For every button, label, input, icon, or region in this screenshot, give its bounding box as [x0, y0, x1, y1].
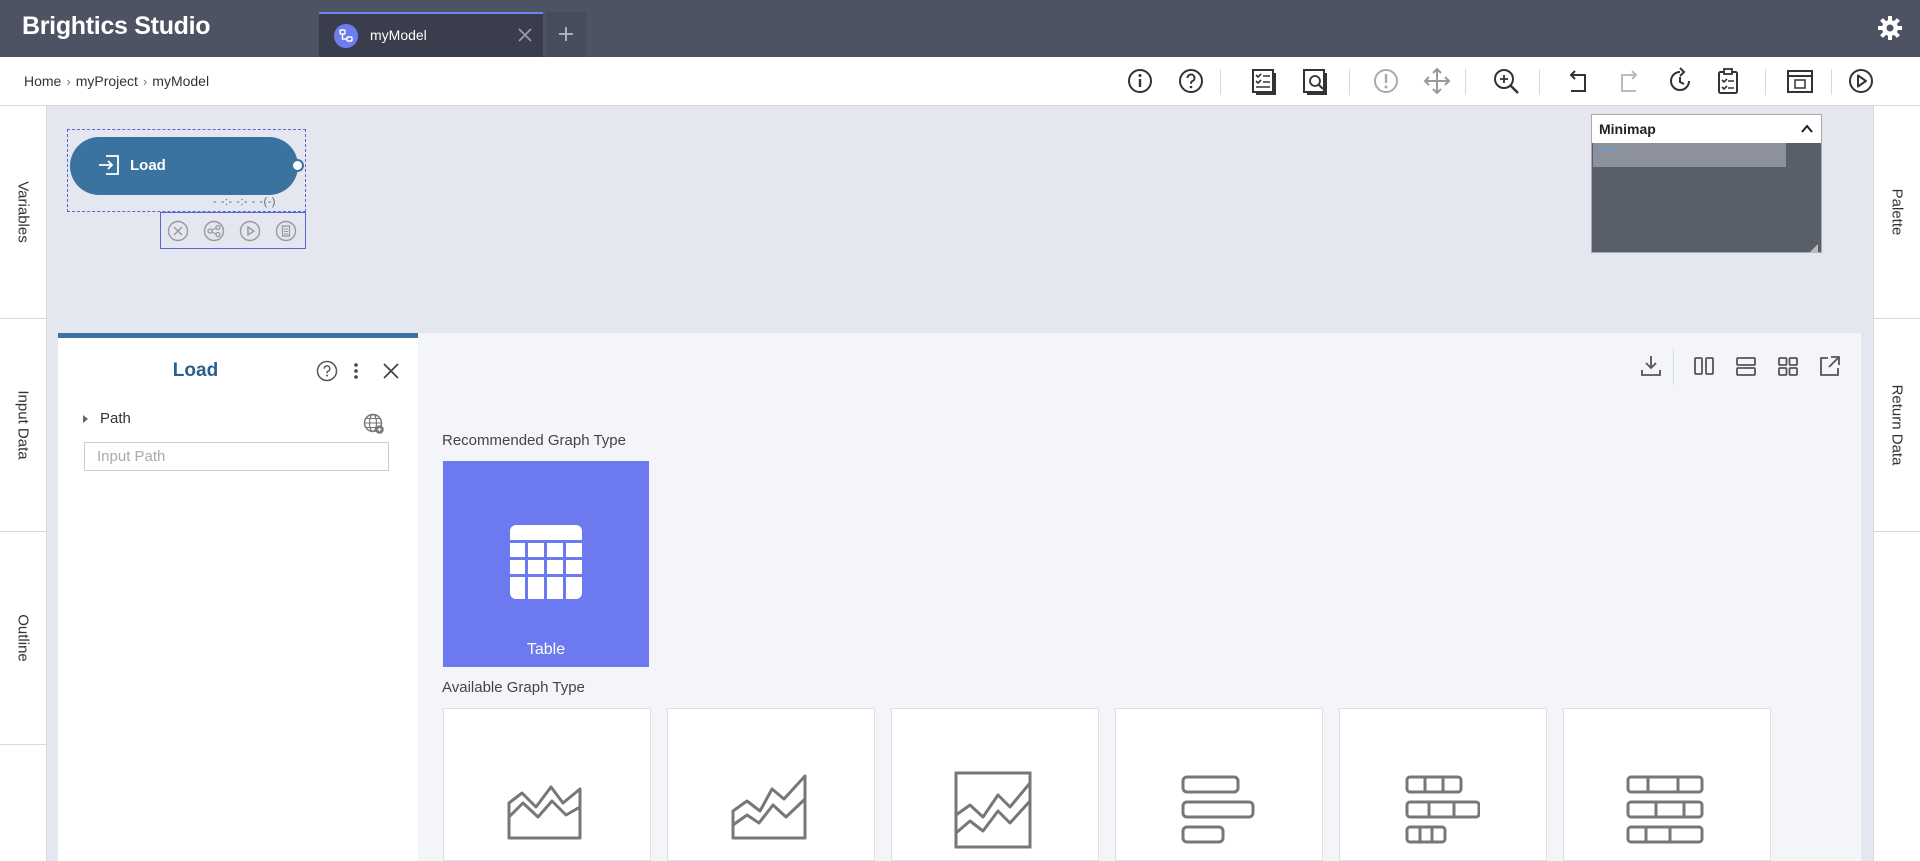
- zoom-icon[interactable]: [1491, 66, 1521, 96]
- top-bar: Brightics Studio myModel: [0, 0, 1920, 57]
- help-icon[interactable]: [1176, 66, 1206, 96]
- stacked-bar-100-chart-icon: [1626, 775, 1704, 844]
- toolbar-divider: [1465, 69, 1466, 95]
- chevron-right-icon: ›: [66, 73, 71, 89]
- available-graph-label: Available Graph Type: [442, 679, 585, 696]
- split-vertical-icon[interactable]: [1691, 353, 1717, 379]
- add-tab-button[interactable]: [546, 12, 586, 57]
- download-icon[interactable]: [1638, 353, 1664, 379]
- graph-type-area-framed[interactable]: [891, 708, 1099, 861]
- graph-type-stacked-area[interactable]: [667, 708, 875, 861]
- help-icon[interactable]: [316, 360, 338, 382]
- graph-type-stacked-bar-100[interactable]: [1563, 708, 1771, 861]
- minimap-header: Minimap: [1592, 115, 1821, 143]
- rail-label: Variables: [14, 181, 32, 243]
- info-icon[interactable]: [1125, 66, 1155, 96]
- clipboard-icon[interactable]: [1713, 66, 1743, 96]
- breadcrumb-project[interactable]: myProject: [76, 73, 138, 89]
- popout-icon[interactable]: [1817, 353, 1843, 379]
- rail-label: Palette: [1888, 188, 1906, 236]
- run-icon[interactable]: [1846, 66, 1876, 96]
- validation-icon[interactable]: [1371, 66, 1401, 96]
- node-status: - -:- -:- - -(-): [213, 196, 276, 208]
- rail-label: Return Data: [1888, 384, 1906, 466]
- history-icon[interactable]: [1665, 66, 1695, 96]
- caret-right-icon[interactable]: [83, 415, 88, 423]
- redo-icon[interactable]: [1614, 66, 1644, 96]
- panel-title: Load: [172, 360, 219, 381]
- node-output-port[interactable]: [291, 159, 304, 172]
- rail-variables[interactable]: Variables: [0, 106, 46, 319]
- chevron-up-icon[interactable]: [1799, 121, 1815, 137]
- model-icon: [334, 24, 358, 48]
- resize-handle-icon[interactable]: [1809, 240, 1818, 253]
- graph-type-label: Table: [526, 641, 566, 658]
- breadcrumb-model: myModel: [152, 73, 210, 89]
- load-node[interactable]: Load: [70, 137, 298, 195]
- report-icon[interactable]: [1785, 66, 1815, 96]
- graph-tools-divider: [1673, 349, 1674, 385]
- area-chart-framed-icon: [954, 771, 1032, 849]
- graph-area: Recommended Graph Type Table Available G…: [418, 333, 1861, 861]
- clipboard-icon[interactable]: [275, 220, 297, 242]
- toolbar-divider: [1765, 69, 1766, 95]
- path-input[interactable]: [84, 442, 389, 471]
- toolbar-divider: [1220, 69, 1221, 95]
- node-action-bar: [160, 212, 306, 249]
- run-icon[interactable]: [239, 220, 261, 242]
- chevron-right-icon: ›: [142, 73, 148, 89]
- gear-icon[interactable]: [1876, 14, 1904, 42]
- breadcrumb: Home › myProject › myModel: [24, 73, 209, 89]
- tab-label: myModel: [370, 27, 427, 43]
- graph-type-bar[interactable]: [1115, 708, 1323, 861]
- toolbar: Home › myProject › myModel: [0, 57, 1920, 106]
- area-chart-icon: [507, 785, 582, 840]
- minimap[interactable]: Minimap: [1591, 114, 1822, 253]
- graph-type-stacked-bar[interactable]: [1339, 708, 1547, 861]
- rail-label: Outline: [14, 614, 32, 662]
- left-rail: Variables Input Data Outline: [0, 106, 47, 861]
- share-icon[interactable]: [203, 220, 225, 242]
- close-icon[interactable]: [382, 362, 400, 380]
- undo-icon[interactable]: [1563, 66, 1593, 96]
- plus-icon: [559, 27, 573, 41]
- rail-input-data[interactable]: Input Data: [0, 319, 46, 532]
- stacked-area-chart-icon: [731, 774, 807, 840]
- toolbar-divider: [1349, 69, 1350, 95]
- minimap-viewport[interactable]: [1593, 143, 1786, 167]
- stacked-bar-chart-icon: [1405, 775, 1480, 844]
- minimap-node: [1598, 148, 1620, 151]
- recommended-graph-label: Recommended Graph Type: [442, 432, 626, 449]
- delete-icon[interactable]: [167, 220, 189, 242]
- breadcrumb-home[interactable]: Home: [24, 73, 61, 89]
- toolbar-divider: [1831, 69, 1832, 95]
- globe-icon[interactable]: [363, 413, 385, 435]
- rail-palette[interactable]: Palette: [1874, 106, 1920, 319]
- rail-label: Input Data: [14, 390, 32, 460]
- close-icon[interactable]: [515, 25, 535, 45]
- rail-return-data[interactable]: Return Data: [1874, 319, 1920, 532]
- tab-mymodel[interactable]: myModel: [319, 12, 543, 57]
- more-options-icon[interactable]: [352, 360, 360, 382]
- grid-icon[interactable]: [1775, 353, 1801, 379]
- graph-type-table[interactable]: Table: [443, 461, 649, 667]
- bar-chart-icon: [1181, 775, 1255, 844]
- node-label: Load: [130, 157, 166, 174]
- move-icon[interactable]: [1422, 66, 1452, 96]
- load-icon: [98, 155, 120, 180]
- right-rail: Palette Return Data: [1873, 106, 1920, 861]
- app-brand: Brightics Studio: [22, 12, 211, 40]
- model-checklist-icon[interactable]: [1249, 66, 1279, 96]
- rail-outline[interactable]: Outline: [0, 532, 46, 745]
- graph-type-area[interactable]: [443, 708, 651, 861]
- split-horizontal-icon[interactable]: [1733, 353, 1759, 379]
- toolbar-divider: [1539, 69, 1540, 95]
- path-label: Path: [100, 410, 131, 427]
- load-property-panel: Load Path: [58, 333, 418, 861]
- model-search-icon[interactable]: [1300, 66, 1330, 96]
- table-icon: [510, 525, 582, 599]
- minimap-title: Minimap: [1599, 121, 1656, 137]
